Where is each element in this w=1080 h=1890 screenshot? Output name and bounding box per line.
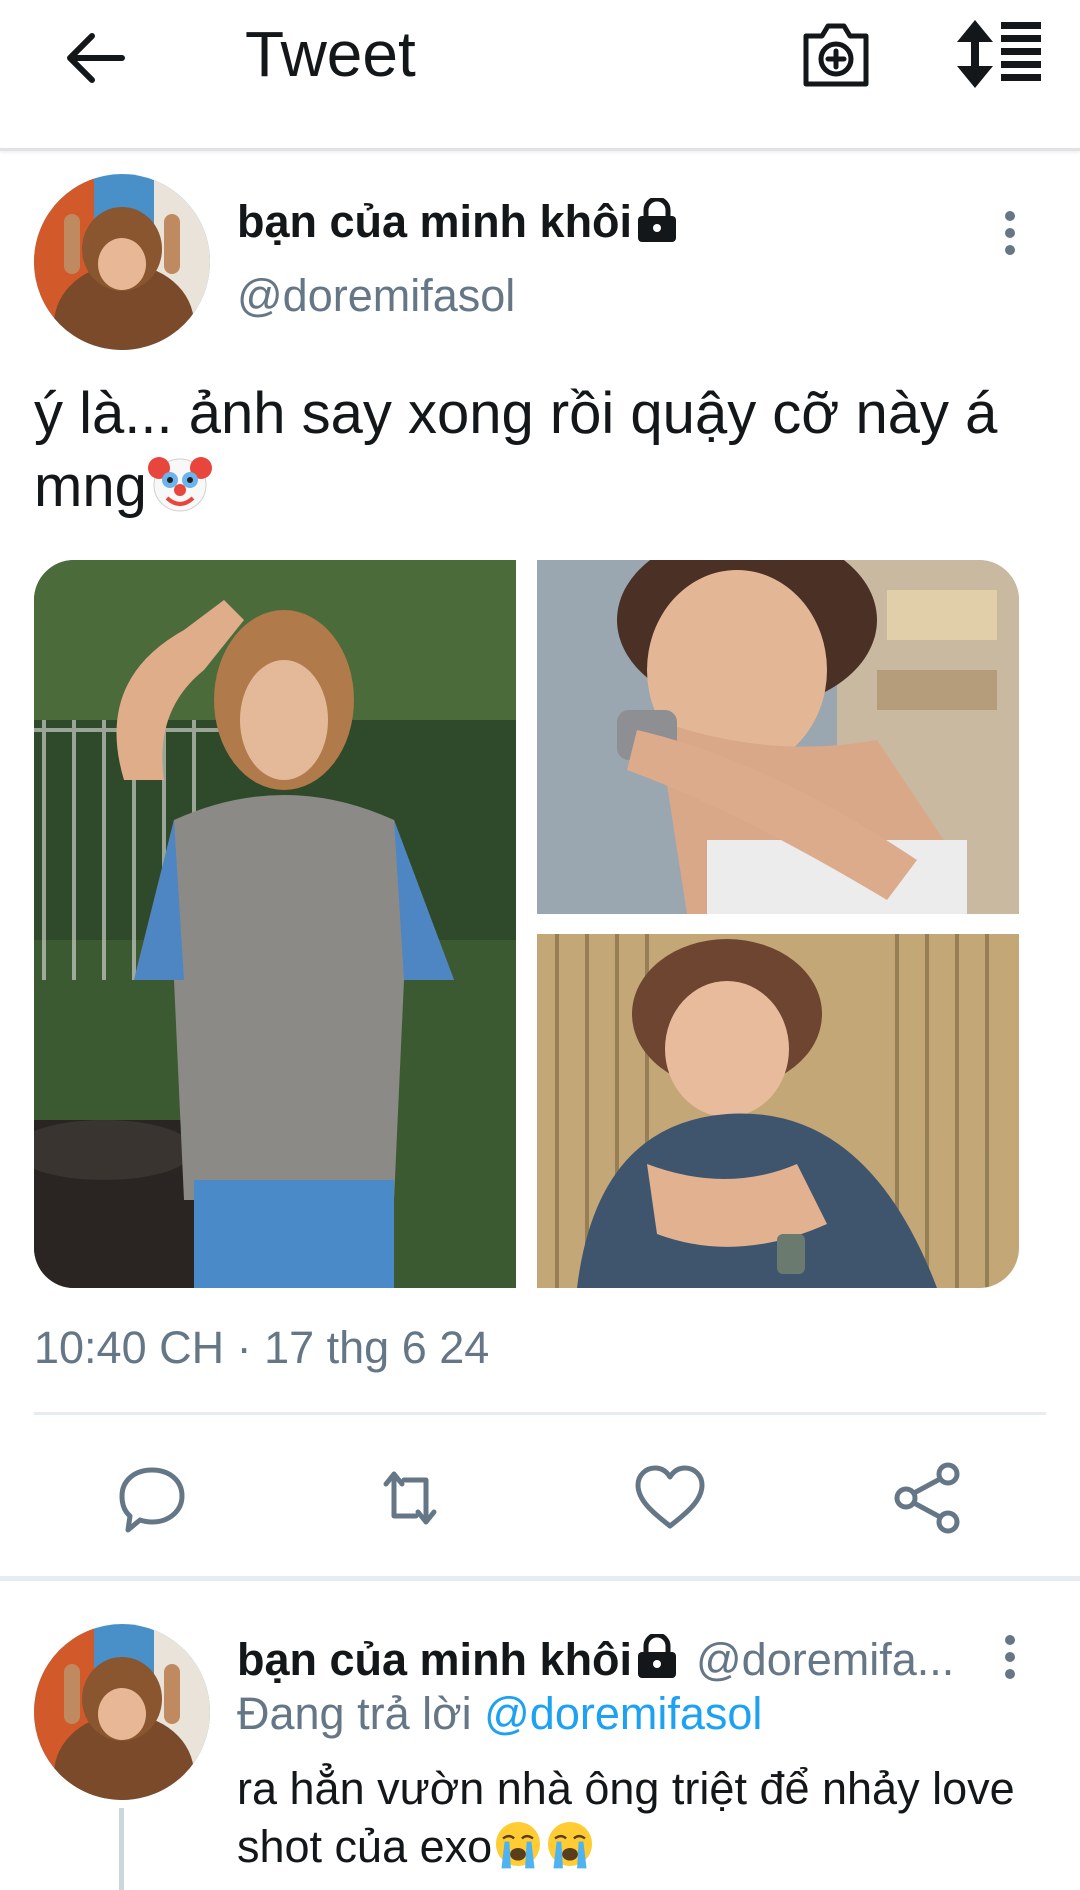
reply-author-name[interactable]: bạn của minh khôi (237, 1634, 632, 1686)
page-title: Tweet (245, 18, 416, 90)
thread-line (119, 1808, 124, 1890)
share-icon (894, 1462, 960, 1534)
media-grid (34, 560, 1019, 1288)
reply-button[interactable] (114, 1460, 190, 1536)
retweet-icon (383, 1471, 437, 1525)
media-image-1[interactable] (34, 560, 516, 1288)
arrow-left-icon (67, 33, 125, 83)
clown-face-emoji (147, 450, 213, 516)
sort-lines-icon (957, 20, 1041, 88)
replying-to-label: Đang trả lời (237, 1688, 472, 1739)
reply-more-options-icon[interactable] (1000, 1634, 1020, 1680)
divider (34, 1412, 1046, 1415)
like-button[interactable] (632, 1460, 708, 1536)
reply-author-handle[interactable]: @doremifa... (696, 1634, 954, 1686)
retweet-button[interactable] (372, 1460, 448, 1536)
camera-button[interactable] (798, 16, 874, 92)
reply-text: ra hẳn vườn nhà ông triệt để nhảy love s… (237, 1760, 1037, 1876)
crying-face-emoji (492, 1818, 544, 1870)
reply-author-avatar[interactable] (34, 1624, 210, 1800)
author-avatar[interactable] (34, 174, 210, 350)
share-button[interactable] (890, 1460, 966, 1536)
lock-icon (638, 198, 676, 242)
media-image-3[interactable] (537, 934, 1019, 1288)
top-app-bar: Tweet (0, 0, 1080, 151)
section-separator (0, 1576, 1080, 1581)
reply-bubble-icon (119, 1467, 185, 1533)
reply-text-content: ra hẳn vườn nhà ông triệt để nhảy love s… (237, 1763, 1015, 1872)
back-button[interactable] (60, 22, 132, 94)
tweet-text: ý là... ảnh say xong rồi quậy cỡ này á m… (34, 378, 1044, 523)
camera-plus-icon (803, 23, 869, 87)
lock-icon (638, 1634, 676, 1678)
more-options-icon[interactable] (1000, 210, 1020, 256)
tweet-timestamp: 10:40 CH · 17 thg 6 24 (34, 1322, 490, 1373)
media-image-2[interactable] (537, 560, 1019, 914)
author-handle[interactable]: @doremifasol (237, 270, 515, 322)
crying-face-emoji (544, 1818, 596, 1870)
replying-to-mention[interactable]: @doremifasol (484, 1688, 762, 1739)
sort-button[interactable] (955, 16, 1045, 92)
replying-to: Đang trả lời @doremifasol (237, 1688, 762, 1740)
author-name[interactable]: bạn của minh khôi (237, 196, 632, 248)
heart-icon (635, 1465, 705, 1529)
